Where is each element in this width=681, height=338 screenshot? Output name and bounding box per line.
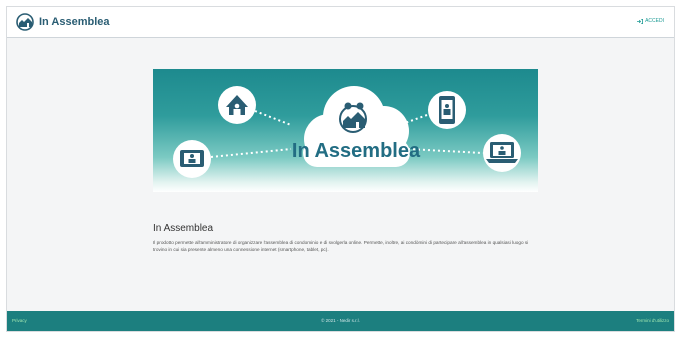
brand-logo-link[interactable]: In Assemblea — [15, 12, 110, 32]
browser-frame: In Assemblea ACCEDI In Assemblea In Asse… — [6, 6, 675, 332]
terms-link[interactable]: Termini d'utilizzo — [636, 318, 669, 323]
login-label: ACCEDI — [645, 18, 664, 24]
app-title: In Assemblea — [39, 16, 110, 28]
product-title: In Assemblea — [153, 223, 214, 234]
smartphone-icon — [428, 91, 466, 129]
login-icon — [637, 18, 644, 24]
cloud-label: In Assemblea — [292, 140, 421, 162]
tablet-icon — [173, 140, 211, 178]
laptop-icon — [483, 134, 521, 172]
top-navbar: In Assemblea ACCEDI — [7, 7, 674, 38]
copyright-text: © 2021 - Nedir s.r.l. — [321, 318, 360, 323]
house-icon — [218, 86, 256, 124]
footer: Privacy © 2021 - Nedir s.r.l. Termini d'… — [7, 311, 674, 331]
houses-logo-icon — [16, 13, 34, 31]
product-description: Il prodotto permette all'amministratore … — [153, 240, 529, 252]
login-link[interactable]: ACCEDI — [637, 18, 664, 24]
hero-banner: In Assemblea — [153, 69, 538, 192]
hero-illustration: In Assemblea — [173, 86, 521, 178]
